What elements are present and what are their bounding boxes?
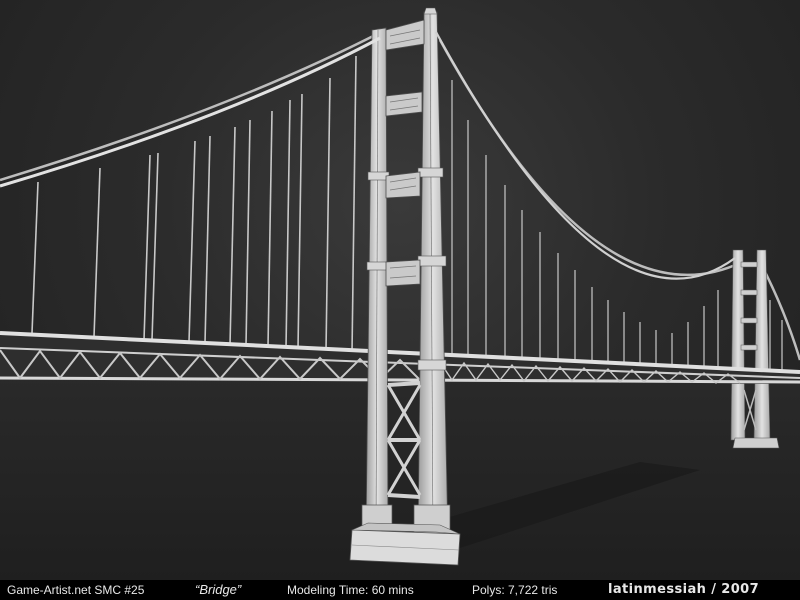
suspender-cables-left	[31, 55, 357, 354]
front-main-cable-right	[435, 31, 736, 280]
render-viewport	[0, 0, 800, 580]
bridge-deck	[0, 331, 800, 384]
model-title: “Bridge”	[195, 582, 242, 597]
caption-bar: Game-Artist.net SMC #25 “Bridge” Modelin…	[0, 580, 800, 600]
site-credit: Game-Artist.net SMC #25	[7, 583, 145, 597]
modeling-time: Modeling Time: 60 mins	[287, 583, 414, 597]
bridge-render	[0, 7, 800, 580]
author-credit: latinmessiah / 2007	[608, 582, 760, 597]
poly-count: Polys: 7,722 tris	[472, 583, 558, 597]
